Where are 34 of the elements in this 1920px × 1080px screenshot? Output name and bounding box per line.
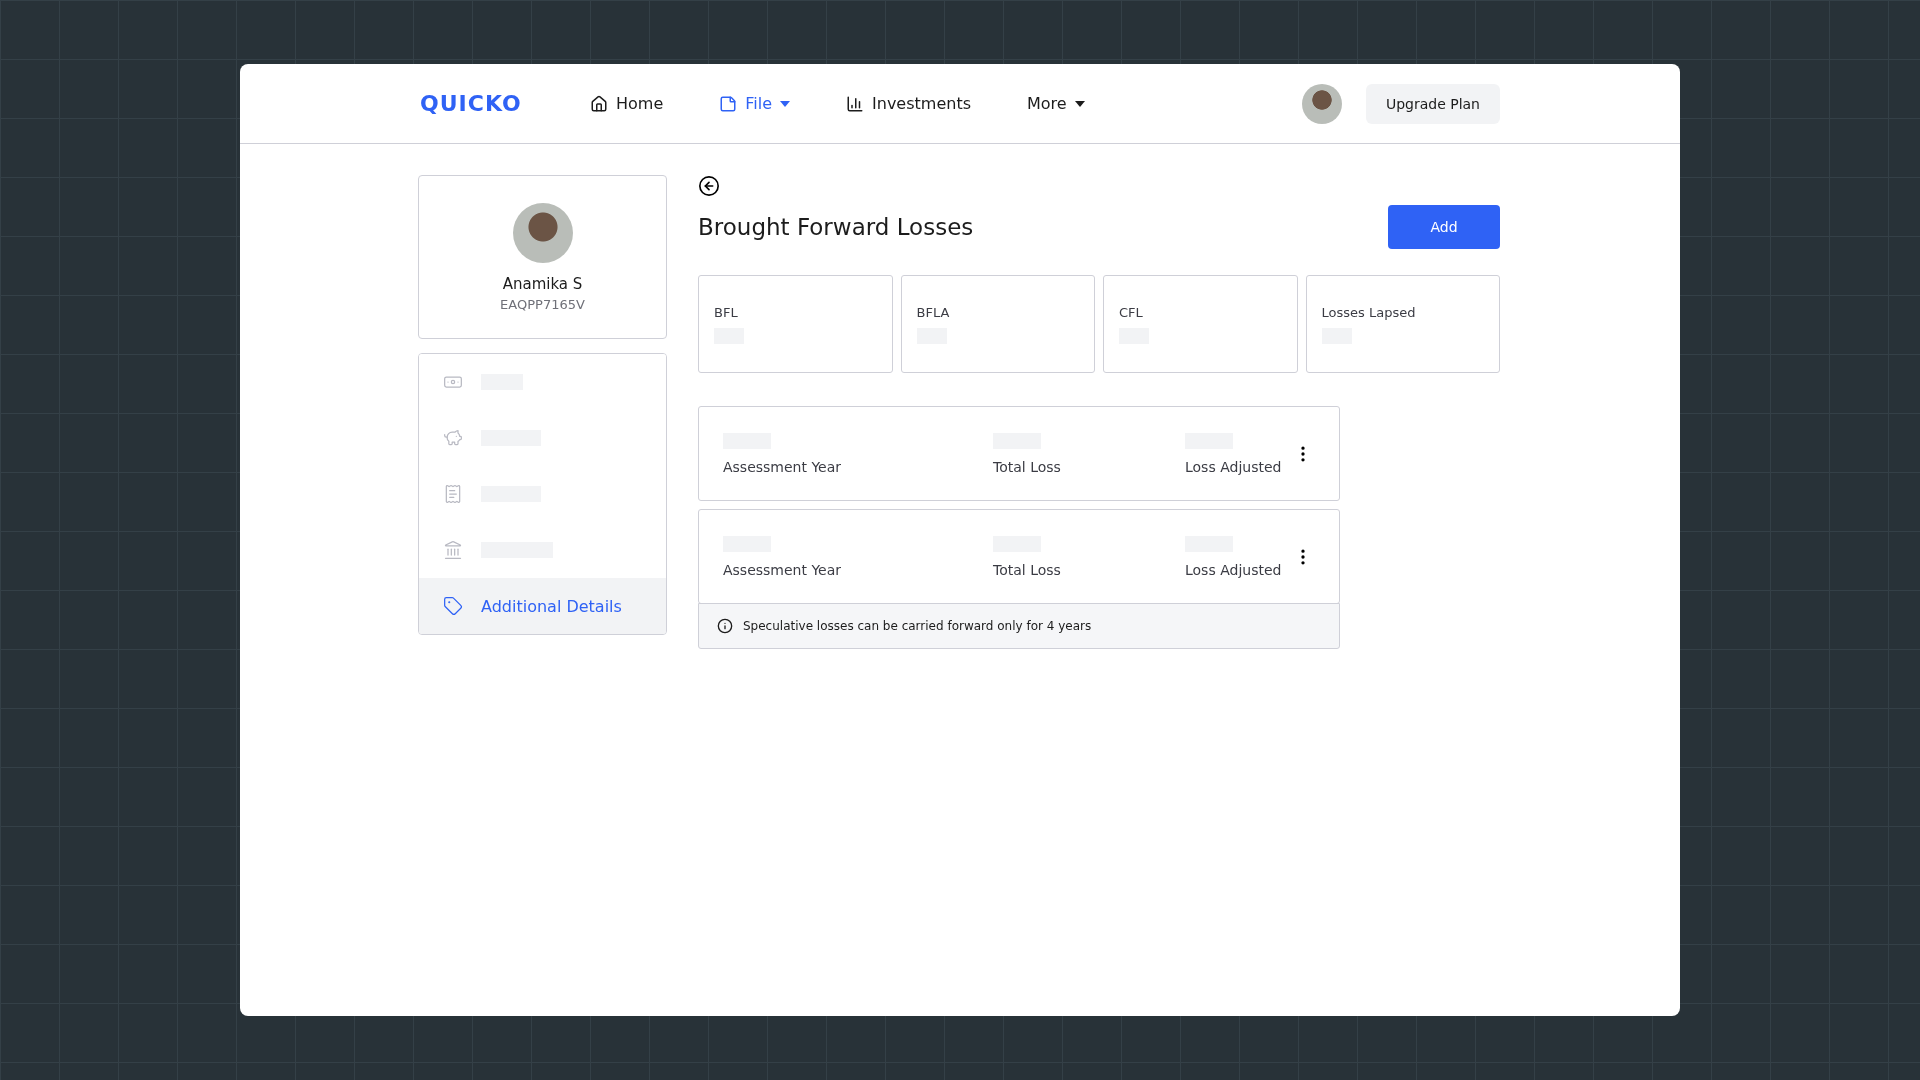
- profile-name: Anamika S: [502, 274, 583, 293]
- field-label: Total Loss: [993, 458, 1062, 475]
- info-icon: [717, 618, 733, 634]
- field-label: Loss Adjusted: [1185, 458, 1283, 475]
- card-label: BFL: [714, 304, 739, 320]
- card-label: Losses Lapsed: [1321, 304, 1417, 320]
- add-button[interactable]: Add: [1388, 205, 1500, 249]
- field-label: Loss Adjusted: [1185, 561, 1283, 578]
- nav-link[interactable]: Home: [590, 94, 664, 113]
- upgrade-plan-button[interactable]: Upgrade Plan: [1365, 83, 1500, 124]
- field-label: Assessment Year: [723, 561, 843, 578]
- home-icon: [590, 94, 608, 113]
- back-icon[interactable]: [698, 175, 720, 197]
- note-text: Speculative losses can be carried forward only for 4 years: [743, 619, 1092, 633]
- avatar[interactable]: [1301, 83, 1342, 124]
- tag-icon: [443, 596, 463, 616]
- nav-link[interactable]: More: [1027, 94, 1085, 113]
- field-label: Total Loss: [993, 561, 1062, 578]
- bar-chart-icon: [846, 94, 865, 113]
- bank-icon: [443, 540, 463, 560]
- pan-number: EAQPP7165V: [500, 296, 585, 312]
- nav-link[interactable]: Investments: [846, 94, 971, 113]
- logo[interactable]: QUICKO: [420, 91, 590, 116]
- receipt-icon: [443, 484, 463, 504]
- note-icon: [719, 94, 738, 113]
- page-title: Brought Forward Losses: [698, 214, 974, 240]
- caret-icon: [780, 100, 791, 107]
- field-label: Assessment Year: [723, 458, 843, 475]
- nav-link[interactable]: File: [719, 94, 791, 113]
- sidebar-item[interactable]: Additional Details: [419, 578, 666, 634]
- piggy-bank-icon: [443, 428, 463, 448]
- card-label: CFL: [1119, 304, 1144, 320]
- card-label: BFLA: [916, 304, 951, 320]
- caret-icon: [1074, 100, 1085, 107]
